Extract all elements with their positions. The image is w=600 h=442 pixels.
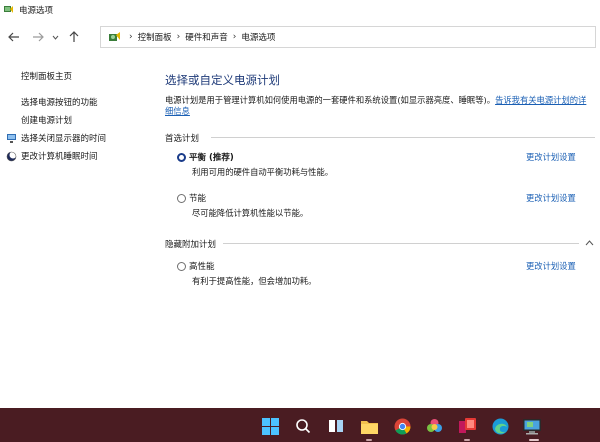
plan-name-high-performance[interactable]: 高性能 [189, 260, 215, 272]
page-description: 电源计划是用于管理计算机如何使用电源的一套硬件和系统设置(如显示器亮度、睡眠等)… [165, 95, 587, 117]
breadcrumb-separator: › [129, 32, 133, 42]
file-explorer-icon[interactable] [360, 417, 378, 435]
arrow-right-icon[interactable] [29, 28, 47, 46]
app-icon[interactable] [458, 417, 476, 435]
breadcrumb-separator[interactable]: › [233, 32, 237, 42]
task-view-icon[interactable] [327, 417, 345, 435]
plan-description-power-saver: 尽可能降低计算机性能以节能。 [192, 208, 309, 218]
change-plan-settings-link-high-performance[interactable]: 更改计划设置 [526, 260, 576, 272]
active-indicator [464, 439, 470, 441]
navigation-bar: › 控制面板 › 硬件和声音 › 电源选项 [0, 24, 600, 50]
breadcrumb-separator[interactable]: › [177, 32, 181, 42]
plan-description-balanced: 利用可用的硬件自动平衡功耗与性能。 [192, 167, 334, 177]
window-title: 电源选项 [19, 5, 54, 16]
sidebar-item-create-plan[interactable]: 创建电源计划 [21, 114, 72, 126]
sidebar-item-display-off[interactable]: 选择关闭显示器的时间 [21, 132, 106, 144]
group-divider [223, 243, 579, 244]
photos-icon[interactable] [425, 417, 443, 435]
plan-name-balanced[interactable]: 平衡 (推荐) [189, 151, 234, 163]
description-text: 电源计划是用于管理计算机如何使用电源的一套硬件和系统设置(如显示器亮度、睡眠等)… [165, 95, 496, 105]
active-indicator [366, 439, 372, 441]
sidebar-home-link[interactable]: 控制面板主页 [21, 70, 72, 82]
plan-radio-high-performance[interactable] [177, 262, 186, 271]
search-icon[interactable] [294, 417, 312, 435]
page-title: 选择或自定义电源计划 [165, 73, 280, 87]
taskbar [0, 408, 600, 442]
chevron-up-icon[interactable] [583, 238, 595, 248]
monitor-icon [6, 133, 17, 144]
group-divider [211, 137, 595, 138]
breadcrumb-item-hardware-sound[interactable]: 硬件和声音 [185, 31, 228, 43]
control-panel-icon [107, 31, 121, 43]
title-bar: 电源选项 [0, 0, 600, 19]
breadcrumb-item-power-options[interactable]: 电源选项 [241, 31, 275, 43]
plan-radio-power-saver[interactable] [177, 194, 186, 203]
breadcrumb-item-control-panel[interactable]: 控制面板 [138, 31, 172, 43]
sidebar-item-power-buttons[interactable]: 选择电源按钮的功能 [21, 96, 98, 108]
address-bar[interactable]: › 控制面板 › 硬件和声音 › 电源选项 [100, 26, 596, 48]
chevron-down-icon[interactable] [50, 28, 60, 46]
arrow-up-icon[interactable] [65, 28, 83, 46]
hidden-plans-header[interactable]: 隐藏附加计划 [165, 238, 216, 250]
sidebar-item-sleep-time[interactable]: 更改计算机睡眠时间 [21, 150, 98, 162]
active-indicator [529, 439, 539, 441]
power-options-icon [3, 4, 14, 15]
preferred-plans-header: 首选计划 [165, 134, 200, 144]
change-plan-settings-link-power-saver[interactable]: 更改计划设置 [526, 192, 576, 204]
windows-start-icon[interactable] [261, 417, 279, 435]
edge-icon[interactable] [491, 417, 509, 435]
control-panel-icon[interactable] [523, 417, 541, 435]
change-plan-settings-link-balanced[interactable]: 更改计划设置 [526, 151, 576, 163]
plan-radio-balanced[interactable] [177, 153, 186, 162]
chrome-icon[interactable] [393, 417, 411, 435]
arrow-left-icon[interactable] [5, 28, 23, 46]
plan-name-power-saver[interactable]: 节能 [189, 192, 206, 204]
plan-description-high-performance: 有利于提高性能，但会增加功耗。 [192, 276, 317, 286]
moon-icon [6, 151, 17, 162]
